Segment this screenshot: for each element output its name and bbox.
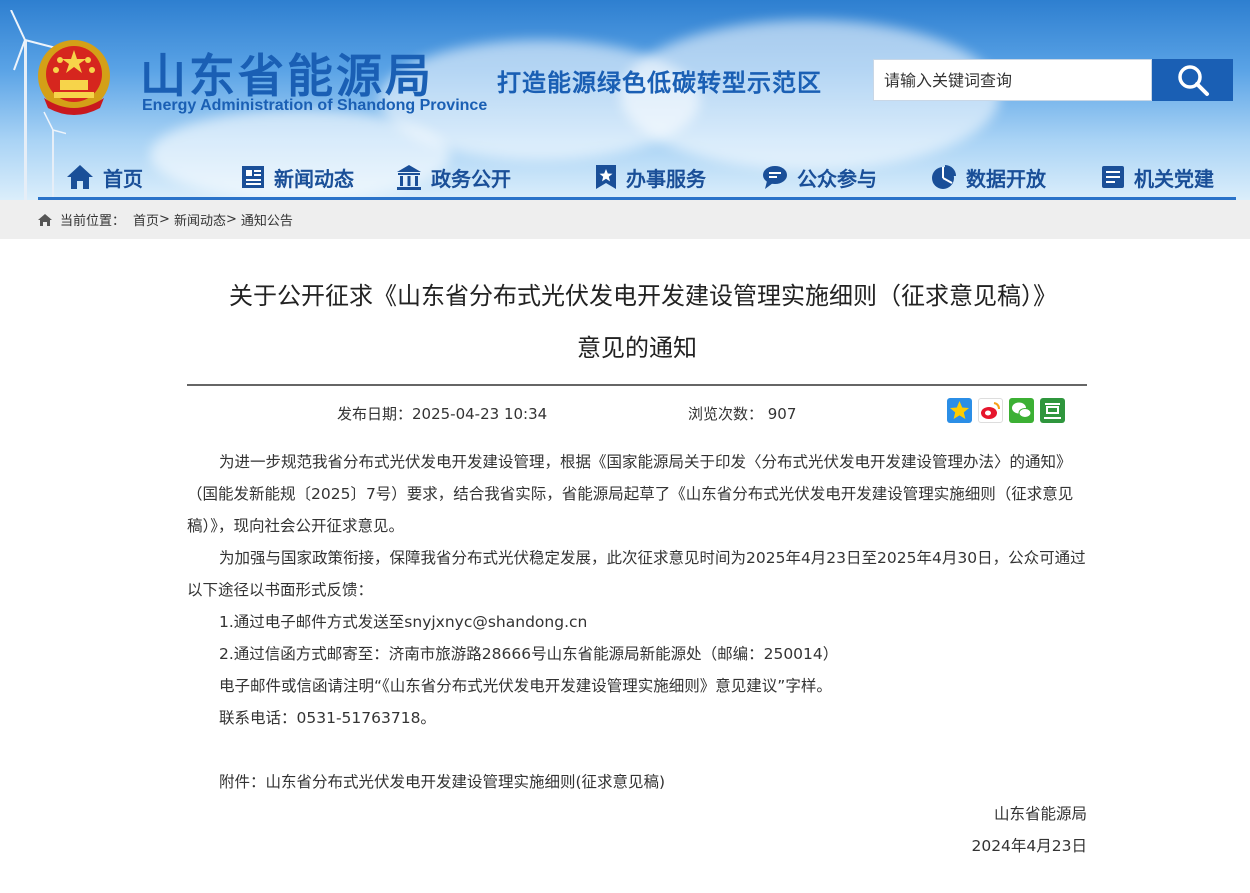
article-meta: 发布日期：2025-04-23 10:34 浏览次数： 907 xyxy=(187,386,1087,438)
nav-item-data[interactable]: 数据开放 xyxy=(930,159,1046,195)
attachment-link[interactable]: 附件：山东省分布式光伏发电开发建设管理实施细则(征求意见稿) xyxy=(187,766,1087,798)
paragraph: 联系电话：0531-51763718。 xyxy=(219,709,436,727)
weibo-icon[interactable] xyxy=(978,398,1003,423)
home-icon xyxy=(67,165,93,189)
chat-icon xyxy=(763,166,787,189)
site-header: 山东省能源局 Energy Administration of Shandong… xyxy=(0,0,1250,200)
nav-item-label: 机关党建 xyxy=(1134,166,1214,191)
nav-item-label: 数据开放 xyxy=(966,166,1046,191)
wechat-icon[interactable] xyxy=(1009,398,1034,423)
share-bar xyxy=(947,398,1065,423)
article: 关于公开征求《山东省分布式光伏发电开发建设管理实施细则（征求意见稿）》意见的通知… xyxy=(187,270,1087,862)
nav-item-service[interactable]: 办事服务 xyxy=(594,159,706,195)
breadcrumb-notices[interactable]: 通知公告 xyxy=(241,210,293,229)
paragraph: 为进一步规范我省分布式光伏发电开发建设管理，根据《国家能源局关于印发〈分布式光伏… xyxy=(187,453,1074,535)
search-box xyxy=(873,59,1152,101)
publish-date: 发布日期：2025-04-23 10:34 xyxy=(337,405,548,423)
nav-item-label: 公众参与 xyxy=(797,166,877,191)
nav-item-home[interactable]: 首页 xyxy=(65,159,143,195)
government-icon xyxy=(397,165,421,190)
article-body: 为进一步规范我省分布式光伏发电开发建设管理，根据《国家能源局关于印发〈分布式光伏… xyxy=(187,446,1087,862)
nav-item-government[interactable]: 政务公开 xyxy=(395,159,511,195)
breadcrumb-prefix: 当前位置： xyxy=(60,214,126,229)
breadcrumb-news[interactable]: 新闻动态 xyxy=(174,210,226,229)
search-icon xyxy=(1177,65,1209,96)
nav-item-label: 政务公开 xyxy=(431,166,511,191)
sign-date: 2024年4月23日 xyxy=(971,837,1087,855)
site-subtitle: Energy Administration of Shandong Provin… xyxy=(142,97,488,114)
nav-item-label: 首页 xyxy=(103,166,143,191)
breadcrumb-separator: > xyxy=(225,212,237,227)
party-icon xyxy=(1102,166,1124,188)
service-icon xyxy=(596,165,616,189)
news-icon xyxy=(242,166,264,188)
nav-item-party[interactable]: 机关党建 xyxy=(1100,159,1214,195)
breadcrumb-home[interactable]: 首页 xyxy=(133,210,159,229)
nav-item-label: 新闻动态 xyxy=(274,166,354,191)
paragraph: 1.通过电子邮件方式发送至snyjxnyc@shandong.cn xyxy=(219,613,588,631)
search-input[interactable] xyxy=(874,60,1151,100)
nav-item-label: 办事服务 xyxy=(626,166,706,191)
nav-item-participation[interactable]: 公众参与 xyxy=(761,159,877,195)
site-slogan: 打造能源绿色低碳转型示范区 xyxy=(497,69,822,97)
article-title: 关于公开征求《山东省分布式光伏发电开发建设管理实施细则（征求意见稿）》意见的通知 xyxy=(229,282,1045,362)
view-count: 浏览次数： 907 xyxy=(688,405,797,423)
signature: 山东省能源局 xyxy=(993,805,1087,823)
national-emblem-icon xyxy=(38,40,110,115)
paragraph: 电子邮件或信函请注明“《山东省分布式光伏发电开发建设管理实施细则》意见建议”字样… xyxy=(219,677,832,695)
breadcrumb: 当前位置： 首页 > 新闻动态 > 通知公告 xyxy=(0,200,1250,239)
paragraph: 为加强与国家政策衔接，保障我省分布式光伏稳定发展，此次征求意见时间为2025年4… xyxy=(187,549,1086,599)
breadcrumb-separator: > xyxy=(159,212,170,227)
main-nav: 首页 新闻动态 政务公开 办事服务 公众参与 数据开放 机关党建 xyxy=(0,155,1250,200)
qzone-icon[interactable] xyxy=(947,398,972,423)
search-button[interactable] xyxy=(1152,59,1233,101)
pie-chart-icon xyxy=(932,165,956,189)
douban-icon[interactable] xyxy=(1040,398,1065,423)
nav-item-news[interactable]: 新闻动态 xyxy=(240,159,354,195)
home-icon xyxy=(38,213,52,226)
paragraph: 2.通过信函方式邮寄至：济南市旅游路28666号山东省能源局新能源处（邮编：25… xyxy=(219,645,839,663)
